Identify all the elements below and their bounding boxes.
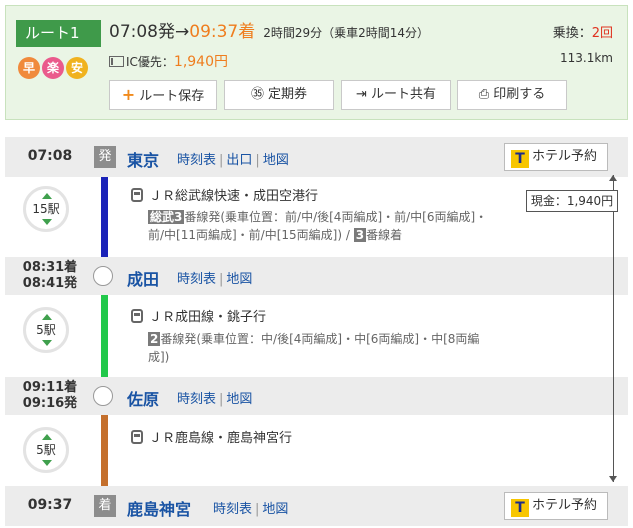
- ic-label: IC優先：: [126, 55, 174, 69]
- timetable-link[interactable]: 時刻表: [213, 502, 252, 517]
- fare-range-arrow-up-icon: [609, 175, 617, 181]
- station-row-tokyo: 07:08 発 東京 時刻表 | 出口 | 地図 T ホテル予約: [5, 137, 628, 177]
- timetable-link[interactable]: 時刻表: [177, 153, 216, 168]
- platform-tag: 総武3: [148, 210, 185, 224]
- plus-icon: +: [121, 85, 136, 104]
- transfer-count: 乗換：2回: [552, 26, 613, 41]
- commuter-pass-icon: ㉟: [250, 87, 264, 102]
- commuter-pass-button[interactable]: ㉟定期券: [224, 80, 334, 110]
- train-icon: [131, 430, 143, 444]
- route-times: 07:08発→09:37着 2時間29分（乗車2時間14分）: [109, 20, 429, 45]
- hotel-reservation-button[interactable]: T ホテル予約: [504, 492, 608, 520]
- station-row-kashima-jingu: 09:37 着 鹿島神宮 時刻表 | 地図 T ホテル予約: [5, 486, 628, 526]
- station-time: 09:37: [27, 497, 73, 513]
- save-route-button[interactable]: + ルート保存: [109, 80, 217, 110]
- arrival-platform-tag: 3: [353, 228, 367, 242]
- timetable-link[interactable]: 時刻表: [177, 272, 216, 287]
- station-links: 時刻表 | 地図: [177, 392, 253, 407]
- cash-fare-label: 現金：1,940円: [526, 190, 618, 212]
- fare-row: IC優先：1,940円: [109, 51, 228, 74]
- print-button[interactable]: ⎙ 印刷する: [457, 80, 567, 110]
- timetable-link[interactable]: 時刻表: [177, 392, 216, 407]
- station-time: 07:08: [27, 148, 73, 164]
- arrive-time: 09:37: [189, 22, 239, 42]
- depart-time: 07:08: [109, 22, 158, 42]
- hotel-reservation-button[interactable]: T ホテル予約: [504, 143, 608, 171]
- depart-mark: 発: [94, 146, 116, 168]
- route-badge[interactable]: ルート1: [16, 20, 101, 47]
- expand-up-icon: [42, 314, 52, 320]
- station-row-narita: 08:31着 08:41発 成田 時刻表 | 地図: [5, 257, 628, 295]
- train-line-name: ＪＲ鹿島線・鹿島神宮行: [131, 427, 292, 446]
- expand-down-icon: [42, 460, 52, 466]
- station-name[interactable]: 鹿島神宮: [127, 496, 191, 520]
- expand-up-icon: [42, 193, 52, 199]
- map-link[interactable]: 地図: [226, 392, 252, 407]
- depart-suffix: 発→: [158, 22, 190, 42]
- fare-range-line: [613, 175, 614, 482]
- station-name[interactable]: 佐原: [127, 386, 159, 410]
- train-line-name: ＪＲ総武線快速・成田空港行: [131, 185, 318, 204]
- transfer-node: [93, 266, 113, 286]
- station-row-sawara: 09:11着 09:16発 佐原 時刻表 | 地図: [5, 377, 628, 415]
- fast-icon: 早: [18, 57, 40, 79]
- route-summary: ルート1 早 楽 安 07:08発→09:37着 2時間29分（乗車2時間14分）…: [5, 5, 628, 120]
- expand-down-icon: [42, 340, 52, 346]
- route-features: 早 楽 安: [18, 57, 88, 79]
- platform-detail: 2 番線発(乗車位置：中/後[4両編成]・中[6両編成]・中[8両編成]): [148, 332, 480, 364]
- map-link[interactable]: 地図: [226, 272, 252, 287]
- exit-link[interactable]: 出口: [226, 153, 252, 168]
- transfer-node: [93, 386, 113, 406]
- t-logo-icon: T: [511, 499, 529, 517]
- fare-range-arrow-down-icon: [609, 476, 617, 482]
- station-links: 時刻表 | 地図: [213, 502, 289, 517]
- station-time: 09:11着 09:16発: [22, 380, 78, 411]
- train-icon: [131, 309, 143, 323]
- ic-card-icon: [109, 56, 124, 67]
- share-icon: ⇥: [356, 87, 367, 102]
- easy-icon: 楽: [42, 57, 64, 79]
- cheap-icon: 安: [66, 57, 88, 79]
- expand-down-icon: [42, 219, 52, 225]
- share-route-button[interactable]: ⇥ ルート共有: [341, 80, 451, 110]
- stop-count-badge[interactable]: 15駅: [23, 186, 69, 232]
- expand-up-icon: [42, 434, 52, 440]
- station-time: 08:31着 08:41発: [22, 260, 78, 291]
- printer-icon: ⎙: [478, 87, 490, 102]
- route-duration: 2時間29分（乗車2時間14分）: [263, 26, 430, 40]
- arrive-suffix: 着: [238, 22, 256, 42]
- t-logo-icon: T: [511, 150, 529, 168]
- station-name[interactable]: 成田: [127, 266, 159, 290]
- station-links: 時刻表 | 出口 | 地図: [177, 153, 289, 168]
- arrive-mark: 着: [94, 495, 116, 517]
- train-line-name: ＪＲ成田線・銚子行: [131, 306, 266, 325]
- route-distance: 113.1km: [560, 51, 613, 65]
- platform-detail: 総武3 番線発(乗車位置：前/中/後[4両編成]・前/中[6両編成]・前/中[11…: [148, 210, 488, 242]
- stop-count-badge[interactable]: 5駅: [23, 307, 69, 353]
- stop-count-badge[interactable]: 5駅: [23, 427, 69, 473]
- train-icon: [131, 188, 143, 202]
- station-name[interactable]: 東京: [127, 147, 159, 171]
- platform-tag: 2: [148, 332, 161, 346]
- map-link[interactable]: 地図: [262, 502, 288, 517]
- map-link[interactable]: 地図: [263, 153, 289, 168]
- fare-amount: 1,940円: [173, 54, 229, 70]
- station-links: 時刻表 | 地図: [177, 272, 253, 287]
